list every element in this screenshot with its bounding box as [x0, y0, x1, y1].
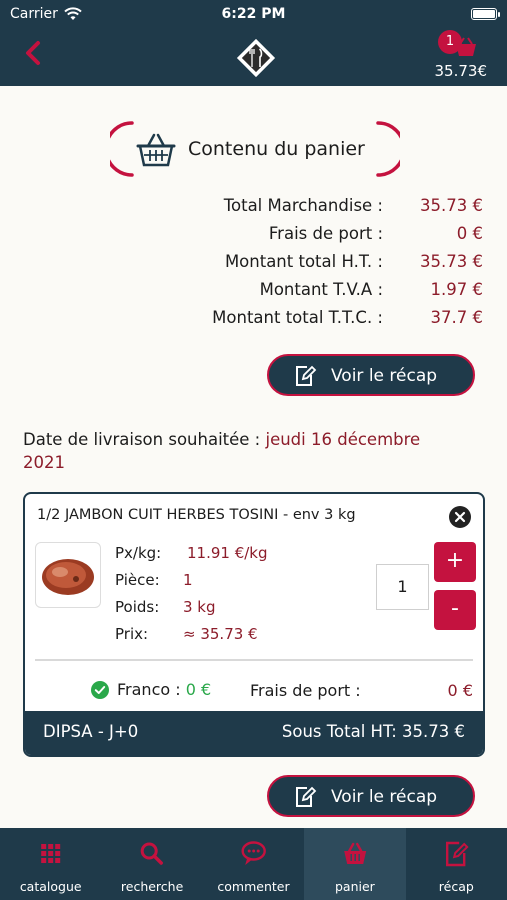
total-row: Total Marchandise : 35.73 €: [120, 196, 485, 224]
total-row: Montant total H.T. : 35.73 €: [120, 252, 485, 280]
supplier-label: DIPSA - J+0: [43, 722, 139, 741]
quantity-field[interactable]: 1: [376, 564, 429, 610]
shipping-label: Frais de port :: [250, 681, 361, 700]
edit-icon: [296, 365, 317, 386]
title-bracket-right: [376, 121, 400, 177]
shipping-value: 0 €: [447, 681, 473, 700]
check-circle-icon: [91, 680, 109, 699]
view-recap-button[interactable]: Voir le récap: [267, 354, 475, 396]
franco-label: Franco :: [117, 680, 186, 699]
total-value: 35.73 €: [420, 196, 483, 215]
detail-label: Pièce:: [115, 571, 160, 589]
product-detail-row: Pièce: 1: [115, 571, 315, 598]
product-details: Px/kg: 11.91 €/kg Pièce: 1 Poids: 3 kg P…: [115, 544, 315, 652]
tab-panier[interactable]: panier: [304, 828, 406, 900]
totals-table: Total Marchandise : 35.73 € Frais de por…: [120, 196, 485, 336]
tab-commenter[interactable]: commenter: [203, 828, 304, 900]
remove-product-button[interactable]: [449, 506, 471, 528]
basket-icon: [136, 133, 176, 167]
header-cart[interactable]: 1 35.73€: [417, 30, 487, 80]
tab-label: recherche: [120, 879, 184, 894]
tab-recap[interactable]: récap: [406, 828, 507, 900]
basket-icon: [344, 842, 367, 864]
total-label: Total Marchandise :: [223, 196, 383, 215]
total-row: Montant T.V.A : 1.97 €: [120, 280, 485, 308]
view-recap-label: Voir le récap: [331, 366, 438, 386]
product-card: 1/2 JAMBON CUIT HERBES TOSINI - env 3 kg…: [23, 492, 485, 757]
divider: [35, 659, 473, 661]
top-bar: Carrier 6:22 PM 1 35.73€: [0, 0, 507, 86]
subtotal-label: Sous Total HT: 35.73 €: [281, 722, 465, 741]
increase-quantity-button[interactable]: +: [434, 542, 476, 582]
total-label: Montant total H.T. :: [224, 252, 383, 271]
tab-label: récap: [438, 879, 474, 894]
status-bar: Carrier 6:22 PM: [0, 6, 507, 24]
product-detail-row: Prix: ≈ 35.73 €: [115, 625, 315, 652]
product-image: [35, 542, 101, 608]
detail-label: Poids:: [115, 598, 160, 616]
tab-label: catalogue: [19, 879, 82, 894]
cart-title-block: Contenu du panier: [110, 120, 400, 178]
cart-count-badge: 1: [438, 30, 462, 54]
card-footer: DIPSA - J+0 Sous Total HT: 35.73 €: [25, 711, 483, 755]
decrease-quantity-button[interactable]: -: [434, 590, 476, 630]
total-label: Montant total T.T.C. :: [212, 308, 383, 327]
detail-value: ≈ 35.73 €: [183, 625, 258, 643]
tab-label: panier: [334, 879, 375, 894]
page-title: Contenu du panier: [188, 138, 365, 160]
search-icon: [141, 842, 164, 865]
tab-label: commenter: [217, 879, 290, 894]
total-row: Montant total T.T.C. : 37.7 €: [120, 308, 485, 336]
logo-icon: [235, 37, 277, 79]
edit-icon: [445, 841, 469, 867]
total-label: Montant T.V.A :: [259, 280, 383, 299]
delivery-date: Date de livraison souhaitée : jeudi 16 d…: [23, 428, 463, 474]
detail-label: Prix:: [115, 625, 149, 643]
bottom-tab-bar: catalogue recherche commenter panier réc…: [0, 828, 507, 900]
close-icon: [454, 511, 466, 523]
franco-info: Franco : 0 €: [91, 680, 211, 699]
battery-icon: [471, 8, 500, 20]
detail-value: 11.91 €/kg: [187, 544, 268, 562]
detail-value: 3 kg: [183, 598, 216, 616]
total-label: Frais de port :: [268, 224, 383, 243]
ham-icon: [42, 559, 94, 595]
clock: 6:22 PM: [221, 6, 286, 22]
total-value: 35.73 €: [420, 252, 483, 271]
detail-value: 1: [183, 571, 193, 589]
grid-icon: [41, 844, 61, 863]
product-detail-row: Px/kg: 11.91 €/kg: [115, 544, 315, 571]
delivery-label: Date de livraison souhaitée :: [23, 430, 266, 449]
total-value: 0 €: [456, 224, 483, 243]
tab-catalogue[interactable]: catalogue: [0, 828, 101, 900]
edit-icon: [296, 786, 317, 807]
product-name: 1/2 JAMBON CUIT HERBES TOSINI - env 3 kg: [37, 507, 356, 523]
total-value: 1.97 €: [430, 280, 483, 299]
product-detail-row: Poids: 3 kg: [115, 598, 315, 625]
view-recap-button[interactable]: Voir le récap: [267, 775, 475, 817]
view-recap-label: Voir le récap: [331, 787, 438, 807]
detail-label: Px/kg:: [115, 544, 162, 562]
tab-recherche[interactable]: recherche: [101, 828, 202, 900]
back-arrow-icon[interactable]: [18, 38, 48, 68]
franco-value: 0 €: [185, 680, 212, 699]
chat-icon: [241, 841, 266, 865]
total-value: 37.7 €: [430, 308, 483, 327]
total-row: Frais de port : 0 €: [120, 224, 485, 252]
cart-amount: 35.73€: [434, 62, 488, 80]
